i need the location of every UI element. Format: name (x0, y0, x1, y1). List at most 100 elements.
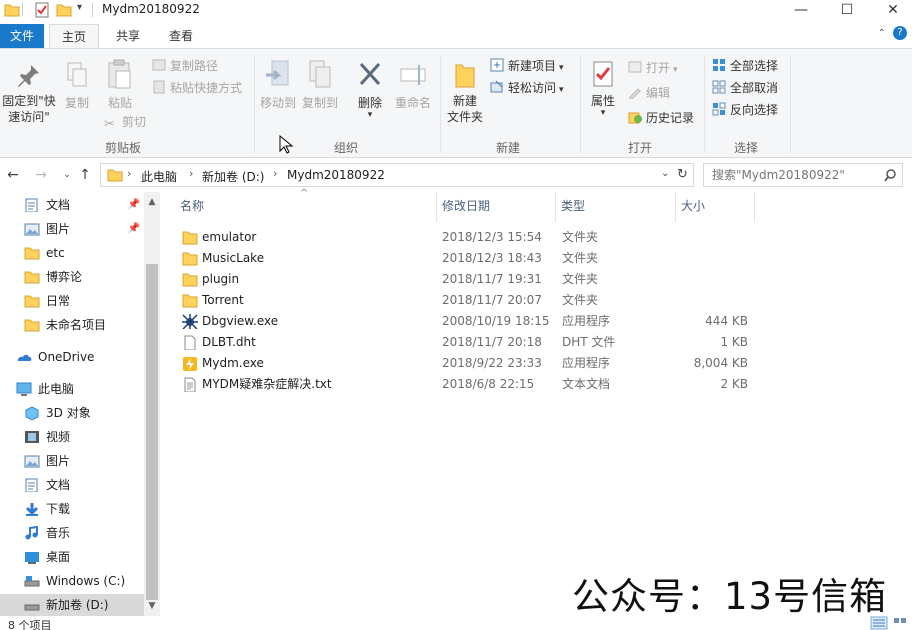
nav-item-this-pc[interactable]: 此电脑 (0, 378, 144, 400)
new-item-button[interactable]: 新建项目 ▾ (490, 57, 564, 75)
new-item-label: 新建项目 (508, 59, 557, 73)
nav-item-untitled-project[interactable]: 未命名项目 (0, 314, 144, 336)
column-header-name[interactable]: 名称 (180, 188, 430, 224)
divider (790, 55, 791, 153)
3d-objects-icon (25, 406, 39, 420)
minimize-button[interactable]: — (778, 0, 824, 22)
file-row[interactable]: DLBT.dht 2018/11/7 20:18 DHT 文件 1 KB (180, 332, 750, 353)
tab-home[interactable]: 主页 (49, 24, 99, 48)
breadcrumb-drive-d[interactable]: 新加卷 (D:) (202, 168, 264, 185)
nav-item-game-theory[interactable]: 博弈论 (0, 266, 144, 288)
column-header-type[interactable]: 类型 (561, 188, 671, 224)
chevron-right-icon[interactable]: › (189, 167, 193, 180)
file-row[interactable]: Mydm.exe 2018/9/22 23:33 应用程序 8,004 KB (180, 353, 750, 374)
forward-arrow-icon[interactable]: → (32, 166, 50, 184)
nav-item-music[interactable]: 音乐 (0, 522, 144, 544)
open-button[interactable]: 打开 ▾ (628, 59, 678, 77)
new-folder-qa-icon[interactable] (56, 2, 72, 18)
file-row[interactable]: MYDM疑难杂症解决.txt 2018/6/8 22:15 文本文档 2 KB (180, 374, 750, 395)
breadcrumb-this-pc[interactable]: 此电脑 (141, 168, 177, 185)
file-row[interactable]: plugin 2018/11/7 19:31 文件夹 (180, 269, 750, 290)
refresh-icon[interactable]: ↻ (677, 167, 688, 182)
nav-item-downloads[interactable]: 下载 (0, 498, 144, 520)
easy-access-button[interactable]: 轻松访问 ▾ (490, 79, 564, 97)
nav-item-documents-quick[interactable]: 文档 📌 (0, 194, 144, 216)
tab-share[interactable]: 共享 (104, 24, 152, 48)
properties-button[interactable]: 属性 ▾ (586, 61, 620, 118)
nav-item-drive-c[interactable]: Windows (C:) (0, 570, 144, 592)
easy-access-icon (490, 80, 503, 93)
column-divider[interactable] (555, 192, 556, 222)
nav-item-3d-objects[interactable]: 3D 对象 (0, 402, 144, 424)
back-arrow-icon[interactable]: ← (4, 166, 22, 184)
nav-item-documents[interactable]: 文档 (0, 474, 144, 496)
nav-item-label: Windows (C:) (46, 574, 126, 588)
qa-dropdown-icon[interactable]: ▾ (77, 2, 82, 18)
delete-button[interactable]: 删除 ▾ (352, 59, 388, 120)
address-bar[interactable]: › 此电脑 › 新加卷 (D:) › Mydm20180922 ⌄ ↻ (100, 163, 694, 187)
search-input[interactable] (712, 168, 882, 182)
file-row[interactable]: MusicLake 2018/12/3 18:43 文件夹 (180, 248, 750, 269)
tab-file[interactable]: 文件 (0, 24, 44, 48)
up-arrow-icon[interactable]: ↑ (76, 166, 94, 184)
chevron-right-icon[interactable]: › (127, 167, 131, 180)
chevron-right-icon[interactable]: › (273, 167, 277, 180)
nav-item-label: etc (46, 246, 65, 260)
scrollbar-thumb[interactable] (146, 264, 158, 600)
open-icon (628, 61, 642, 73)
chevron-up-icon[interactable]: ⌃ (878, 28, 886, 39)
nav-item-pictures-quick[interactable]: 图片 📌 (0, 218, 144, 240)
select-group-label: 选择 (733, 141, 758, 155)
nav-item-etc[interactable]: etc (0, 242, 144, 264)
column-divider[interactable] (754, 192, 755, 222)
nav-item-videos[interactable]: 视频 (0, 426, 144, 448)
select-all-button[interactable]: 全部选择 (712, 57, 778, 75)
copy-path-button[interactable]: 复制路径 (152, 57, 218, 75)
history-button[interactable]: 历史记录 (628, 109, 694, 127)
tab-view[interactable]: 查看 (157, 24, 205, 48)
edit-button[interactable]: 编辑 (628, 84, 670, 102)
file-list: ^ 名称 修改日期 类型 大小 emulator 2018/12/3 15:54… (160, 188, 912, 616)
pin-quick-access-button[interactable]: 固定到"快速访问" (0, 63, 58, 125)
column-header-date[interactable]: 修改日期 (442, 188, 552, 224)
recent-locations-icon[interactable]: ⌄ (58, 166, 76, 184)
scroll-up-icon[interactable]: ▲ (144, 194, 160, 210)
nav-item-pictures[interactable]: 图片 (0, 450, 144, 472)
paste-button[interactable]: 粘贴 (102, 59, 138, 111)
nav-item-daily[interactable]: 日常 (0, 290, 144, 312)
search-box[interactable] (703, 163, 903, 187)
text-file-icon (184, 377, 196, 392)
properties-label: 属性 (590, 94, 615, 108)
column-header-size[interactable]: 大小 (681, 188, 751, 224)
rename-button[interactable]: 重命名 (392, 59, 434, 111)
column-divider[interactable] (675, 192, 676, 222)
move-to-button[interactable]: 移动到 (258, 59, 298, 111)
cut-button[interactable]: ✂ 剪切 (104, 113, 146, 132)
pin-icon[interactable]: 📌 (128, 218, 140, 240)
copy-button[interactable]: 复制 (61, 61, 93, 111)
maximize-button[interactable]: ☐ (824, 0, 870, 22)
search-icon[interactable] (884, 169, 897, 182)
paste-shortcut-button[interactable]: 粘贴快捷方式 (152, 79, 242, 97)
new-folder-button[interactable]: 新建 文件夹 (444, 61, 486, 125)
close-button[interactable]: ✕ (870, 0, 912, 22)
nav-pane-scrollbar[interactable]: ▲ ▼ (144, 192, 160, 616)
breadcrumb-current-folder[interactable]: Mydm20180922 (287, 168, 385, 182)
scroll-down-icon[interactable]: ▼ (144, 598, 160, 614)
nav-item-onedrive[interactable]: OneDrive (0, 346, 144, 368)
pin-icon[interactable]: 📌 (128, 194, 140, 216)
help-icon[interactable]: ? (893, 26, 907, 40)
file-row[interactable]: emulator 2018/12/3 15:54 文件夹 (180, 227, 750, 248)
column-divider[interactable] (436, 192, 437, 222)
nav-item-desktop[interactable]: 桌面 (0, 546, 144, 568)
invert-selection-button[interactable]: 反向选择 (712, 101, 778, 119)
properties-qa-icon[interactable] (34, 2, 50, 18)
file-row[interactable]: Torrent 2018/11/7 20:07 文件夹 (180, 290, 750, 311)
this-pc-icon (16, 382, 32, 396)
file-row[interactable]: Dbgview.exe 2008/10/19 18:15 应用程序 444 KB (180, 311, 750, 332)
chevron-down-icon[interactable]: ⌄ (661, 168, 669, 179)
nav-item-drive-d[interactable]: 新加卷 (D:) (0, 594, 144, 616)
large-icons-view-icon[interactable] (892, 616, 908, 630)
copy-to-button[interactable]: 复制到 (300, 59, 340, 111)
select-none-button[interactable]: 全部取消 (712, 79, 778, 97)
